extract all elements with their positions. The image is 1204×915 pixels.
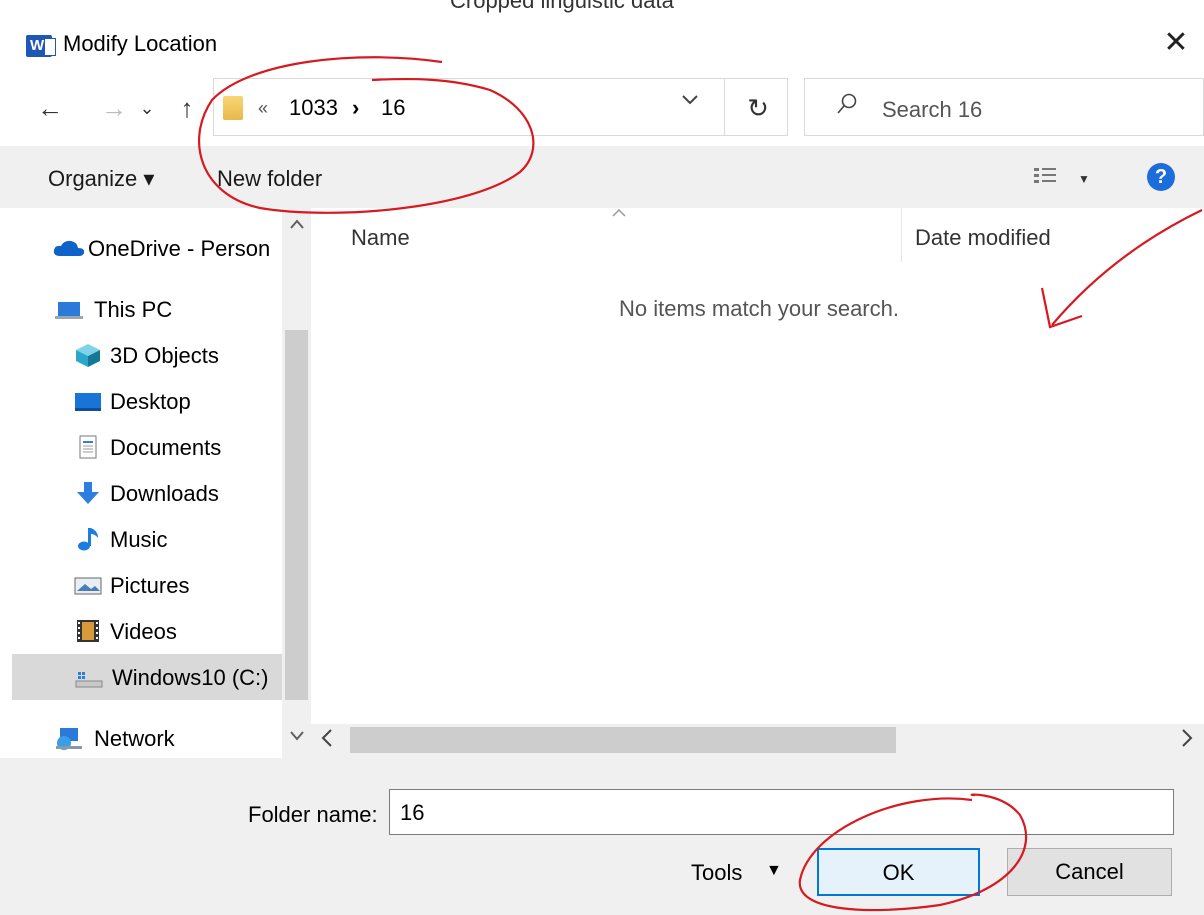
ok-button[interactable]: OK <box>817 848 980 896</box>
background-text: Cropped linguistic data <box>450 0 674 13</box>
command-toolbar <box>0 146 1204 208</box>
sidebar-item-label: Pictures <box>110 573 190 598</box>
close-icon[interactable]: ✕ <box>1160 28 1192 60</box>
sidebar-item-pictures[interactable]: Pictures <box>74 566 189 606</box>
cloud-icon <box>52 233 85 256</box>
breadcrumb-separator-icon[interactable]: › <box>352 95 359 121</box>
view-options-icon[interactable] <box>1033 166 1059 188</box>
sidebar-item-label: Windows10 (C:) <box>112 665 269 690</box>
search-input[interactable]: Search 16 <box>882 97 982 123</box>
sidebar-item-label: This PC <box>94 297 173 322</box>
scroll-right-icon[interactable] <box>1180 727 1194 755</box>
sidebar-item-downloads[interactable]: Downloads <box>74 474 219 514</box>
word-icon: W <box>26 35 56 57</box>
sidebar-item-this-pc[interactable]: This PC <box>52 290 172 330</box>
folder-name-input[interactable]: 16 <box>389 789 1174 835</box>
sidebar-item-label: Downloads <box>110 481 219 506</box>
cancel-button[interactable]: Cancel <box>1007 848 1172 896</box>
column-header-name[interactable]: Name <box>351 225 410 251</box>
up-arrow-icon[interactable]: ↑ <box>172 92 202 124</box>
cube-icon <box>74 340 102 367</box>
divider <box>724 78 725 136</box>
file-list-pane <box>311 208 1204 724</box>
documents-icon <box>74 432 102 459</box>
sidebar-item-label: Desktop <box>110 389 191 414</box>
horizontal-scrollbar-thumb[interactable] <box>350 727 896 753</box>
sidebar-item-3d-objects[interactable]: 3D Objects <box>74 336 219 376</box>
sidebar-item-label: Videos <box>110 619 177 644</box>
sidebar-item-onedrive[interactable]: OneDrive - Person <box>52 229 270 269</box>
sidebar-item-label: Network <box>94 726 175 751</box>
dialog-title: Modify Location <box>63 31 218 56</box>
computer-icon <box>52 294 86 319</box>
folder-name-label: Folder name: <box>248 802 378 827</box>
drive-icon <box>74 662 104 688</box>
sidebar-item-windows10-c[interactable]: Windows10 (C:) <box>74 658 268 698</box>
folder-icon <box>223 96 243 120</box>
empty-results-message: No items match your search. <box>619 296 899 321</box>
recent-locations-chevron-icon[interactable]: ⌄ <box>136 92 158 124</box>
desktop-icon <box>74 386 102 411</box>
background-window-strip: Cropped linguistic data <box>0 0 1204 14</box>
breadcrumb-segment-1033[interactable]: 1033 <box>289 95 338 121</box>
download-icon <box>74 478 102 504</box>
sidebar-item-label: Music <box>110 527 168 552</box>
column-divider[interactable] <box>901 208 902 262</box>
sidebar-item-videos[interactable]: Videos <box>74 612 177 652</box>
sidebar-item-label: 3D Objects <box>110 343 219 368</box>
sidebar-item-music[interactable]: Music <box>74 520 167 560</box>
sidebar-item-documents[interactable]: Documents <box>74 428 221 468</box>
sidebar-item-label: OneDrive - Person <box>88 236 271 261</box>
breadcrumb-segment-16[interactable]: 16 <box>381 95 405 121</box>
videos-icon <box>74 616 102 642</box>
network-icon <box>52 723 86 750</box>
sidebar-item-label: Documents <box>110 435 222 460</box>
pictures-icon <box>74 570 102 595</box>
scroll-up-icon[interactable] <box>282 214 311 235</box>
refresh-icon[interactable]: ↻ <box>737 88 779 128</box>
sidebar-scrollbar-thumb[interactable] <box>285 330 308 700</box>
scroll-down-icon[interactable] <box>282 726 311 747</box>
search-box[interactable] <box>804 78 1204 136</box>
sidebar-item-desktop[interactable]: Desktop <box>74 382 191 422</box>
forward-arrow-icon[interactable]: → <box>98 92 130 124</box>
sidebar-item-network[interactable]: Network <box>52 719 175 759</box>
column-header-date-modified[interactable]: Date modified <box>915 225 1051 251</box>
back-arrow-icon[interactable]: ← <box>34 92 66 124</box>
organize-menu-button[interactable]: Organize ▾ <box>48 166 154 192</box>
tools-dropdown-caret-icon[interactable]: ▼ <box>766 862 782 880</box>
breadcrumb-overflow[interactable]: « <box>258 98 268 119</box>
new-folder-button[interactable]: New folder <box>217 166 322 192</box>
view-dropdown-caret-icon[interactable]: ▼ <box>1078 172 1090 186</box>
search-icon <box>835 92 859 116</box>
sort-indicator-icon <box>612 205 626 223</box>
address-dropdown-icon[interactable] <box>680 93 702 112</box>
music-icon <box>74 524 102 551</box>
scroll-left-icon[interactable] <box>320 727 334 755</box>
help-icon[interactable]: ? <box>1147 163 1175 191</box>
tools-menu-button[interactable]: Tools <box>691 860 742 886</box>
